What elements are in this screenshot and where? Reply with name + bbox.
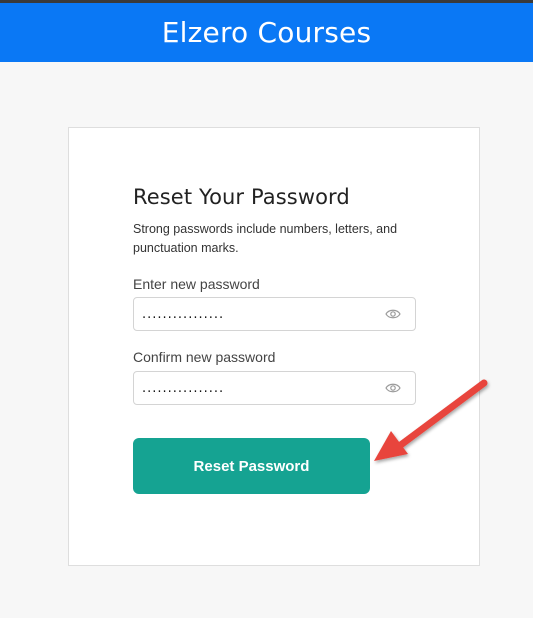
new-password-label: Enter new password — [133, 276, 260, 292]
new-password-field[interactable] — [133, 297, 416, 331]
site-title: Elzero Courses — [161, 16, 372, 49]
form-title: Reset Your Password — [133, 185, 350, 209]
confirm-password-input[interactable] — [142, 379, 372, 397]
reset-password-button[interactable]: Reset Password — [133, 438, 370, 494]
confirm-password-field[interactable] — [133, 371, 416, 405]
confirm-password-label: Confirm new password — [133, 349, 276, 365]
reset-password-card: Reset Your Password Strong passwords inc… — [68, 127, 480, 566]
form-description: Strong passwords include numbers, letter… — [133, 222, 398, 255]
eye-icon[interactable] — [385, 382, 401, 394]
site-header: Elzero Courses — [0, 3, 533, 62]
new-password-input[interactable] — [142, 305, 372, 323]
eye-icon[interactable] — [385, 308, 401, 320]
